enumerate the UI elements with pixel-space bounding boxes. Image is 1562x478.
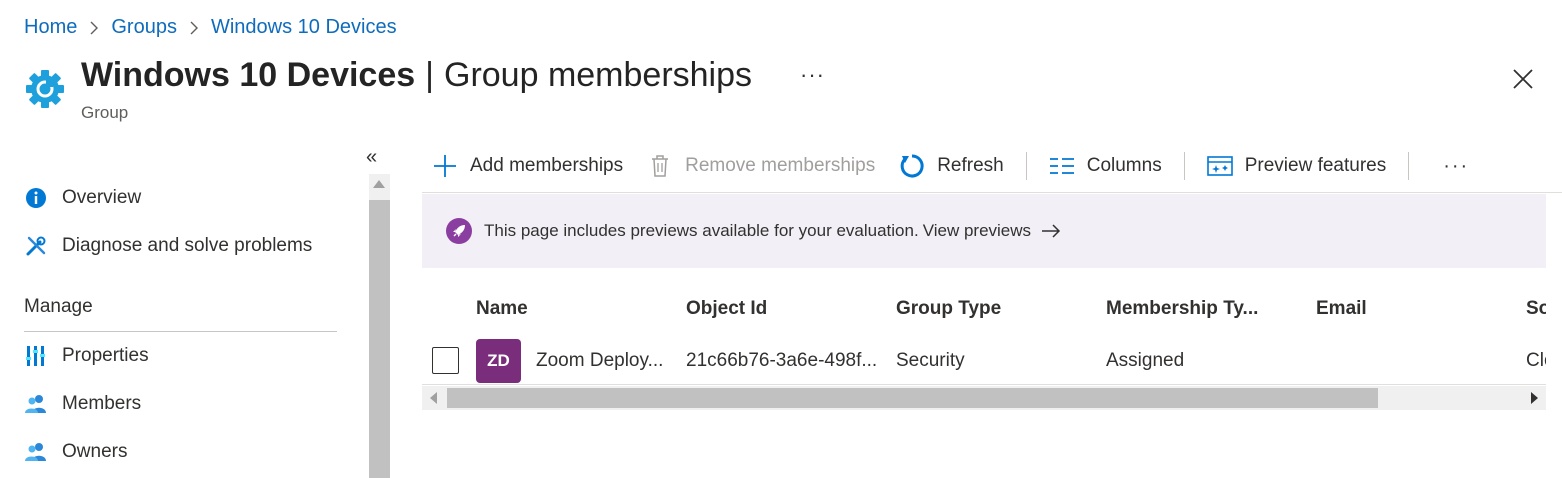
toolbar-more-button[interactable]: ··· — [1443, 155, 1469, 178]
sidebar-item-label: Members — [62, 393, 142, 414]
refresh-button[interactable]: Refresh — [899, 153, 1004, 179]
page-title-blade-name: Group memberships — [444, 56, 753, 94]
group-settings-icon — [24, 68, 66, 110]
sidebar-item-properties[interactable]: Properties — [24, 344, 149, 368]
remove-memberships-label: Remove memberships — [685, 155, 876, 176]
column-header-membership-type[interactable]: Membership Ty... — [1106, 298, 1258, 320]
close-icon — [1513, 69, 1533, 89]
members-icon — [24, 392, 48, 416]
wrench-icon — [24, 234, 48, 258]
sidebar-item-label: Owners — [62, 441, 128, 462]
breadcrumb-windows-10-devices[interactable]: Windows 10 Devices — [211, 16, 397, 39]
banner-text: This page includes previews available fo… — [484, 221, 919, 240]
owners-icon — [24, 440, 48, 464]
sidebar-item-diagnose[interactable]: Diagnose and solve problems — [24, 234, 312, 258]
refresh-icon — [899, 153, 925, 179]
cell-membership-type: Assigned — [1106, 350, 1185, 371]
chevron-right-icon — [89, 21, 99, 35]
add-memberships-label: Add memberships — [470, 155, 624, 176]
view-previews-link[interactable]: View previews — [923, 221, 1031, 241]
plus-icon — [432, 153, 458, 179]
table-horizontal-scrollbar[interactable] — [422, 386, 1546, 410]
arrow-right-icon[interactable] — [1041, 224, 1061, 238]
chevron-right-icon — [189, 21, 199, 35]
page-subtitle-type: Group — [81, 103, 129, 122]
column-header-source[interactable]: So — [1526, 298, 1546, 320]
page-title-separator: | — [425, 56, 434, 94]
sidebar-scrollbar-thumb[interactable] — [369, 200, 390, 478]
sidebar-item-label: Diagnose and solve problems — [62, 235, 313, 256]
cell-source: Clo — [1526, 350, 1546, 371]
cell-object-id: 21c66b76-3a6e-498f... — [686, 350, 878, 371]
preview-features-label: Preview features — [1244, 155, 1387, 176]
sidebar-item-overview[interactable]: Overview — [24, 186, 141, 210]
sidebar-scrollbar[interactable] — [369, 174, 390, 478]
columns-icon — [1049, 153, 1075, 179]
refresh-label: Refresh — [937, 155, 1004, 176]
row-divider — [422, 384, 1546, 385]
columns-label: Columns — [1086, 155, 1162, 176]
horizontal-scrollbar-thumb[interactable] — [447, 388, 1378, 408]
sidebar-item-members[interactable]: Members — [24, 392, 141, 416]
row-select-checkbox[interactable] — [432, 347, 459, 374]
avatar: ZD — [476, 339, 521, 383]
page-title: Windows 10 Devices | Group memberships — [81, 56, 752, 95]
columns-button[interactable]: Columns — [1049, 153, 1162, 179]
toolbar-divider — [1183, 152, 1185, 180]
sidebar-section-manage: Manage — [24, 296, 93, 317]
sidebar-item-label: Properties — [62, 345, 149, 366]
cell-group-type: Security — [896, 350, 965, 371]
column-header-email[interactable]: Email — [1316, 298, 1367, 320]
trash-icon — [647, 153, 673, 179]
column-header-object-id[interactable]: Object Id — [686, 298, 767, 320]
title-more-options-button[interactable]: ··· — [800, 62, 825, 88]
sidebar-item-label: Overview — [62, 187, 142, 208]
add-memberships-button[interactable]: Add memberships — [432, 153, 623, 179]
scroll-left-arrow-icon[interactable] — [430, 392, 437, 404]
breadcrumb: Home Groups Windows 10 Devices — [24, 16, 397, 39]
column-header-name[interactable]: Name — [476, 298, 528, 320]
scroll-up-arrow-icon[interactable] — [373, 180, 385, 188]
collapse-sidebar-button[interactable]: « — [366, 146, 377, 169]
section-divider — [24, 331, 337, 332]
preview-features-button[interactable]: Preview features — [1206, 153, 1387, 179]
properties-icon — [24, 344, 48, 368]
rocket-icon — [446, 218, 472, 244]
preview-banner: This page includes previews available fo… — [422, 194, 1546, 268]
toolbar-divider — [1408, 152, 1410, 180]
toolbar-divider — [1025, 152, 1027, 180]
remove-memberships-button[interactable]: Remove memberships — [647, 153, 875, 179]
info-icon — [24, 186, 48, 210]
page-title-group-name: Windows 10 Devices — [81, 56, 416, 94]
command-bar: Add memberships Remove memberships Refre… — [432, 148, 1469, 184]
cell-name[interactable]: Zoom Deploy... — [536, 350, 676, 372]
scroll-right-arrow-icon[interactable] — [1531, 392, 1538, 404]
breadcrumb-home[interactable]: Home — [24, 16, 77, 39]
breadcrumb-groups[interactable]: Groups — [111, 16, 177, 39]
column-header-group-type[interactable]: Group Type — [896, 298, 1001, 320]
preview-features-icon — [1206, 153, 1233, 179]
toolbar-divider-line — [422, 192, 1562, 193]
close-button[interactable] — [1510, 66, 1536, 92]
sidebar-item-owners[interactable]: Owners — [24, 440, 127, 464]
